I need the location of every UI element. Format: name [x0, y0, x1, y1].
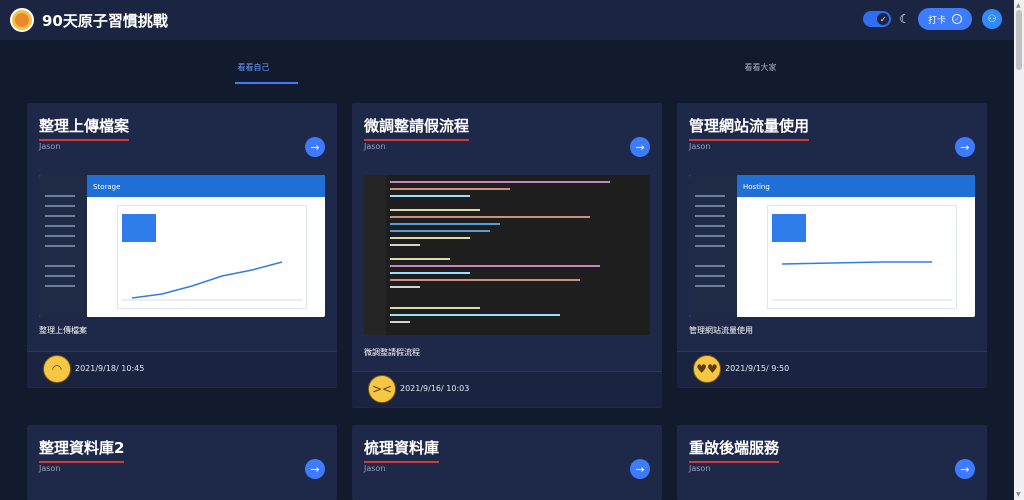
habit-card[interactable]: 重啟後端服務 Jason →: [677, 425, 987, 500]
thumbnail-heading: Storage: [93, 183, 121, 191]
card-footer: ◠ 2021/9/18/ 10:45: [27, 351, 337, 387]
card-author: Jason: [689, 464, 711, 473]
habit-card[interactable]: 微調整請假流程 Jason → 微調整請假流程 >< 2021/9/16/ 10…: [352, 103, 662, 408]
checkin-label: 打卡: [927, 15, 946, 26]
card-author: Jason: [689, 142, 711, 151]
open-card-button[interactable]: →: [955, 459, 975, 479]
card-author: Jason: [39, 142, 61, 151]
card-title: 梳理資料庫: [364, 437, 440, 463]
heart-eyes-face-icon[interactable]: ♥♥: [693, 355, 721, 383]
card-footer: ♥♥ 2021/9/15/ 9:50: [677, 351, 987, 387]
check-icon: ✓: [877, 13, 890, 25]
upside-down-face-icon[interactable]: ◠: [43, 355, 71, 383]
tab-everyone[interactable]: 看看大家: [507, 62, 1014, 88]
scroll-down-icon[interactable]: ▼: [1016, 491, 1021, 498]
card-title: 微調整請假流程: [364, 115, 470, 141]
active-tab-indicator: [235, 82, 298, 84]
app-title: 90天原子習慣挑戰: [42, 11, 168, 30]
habit-card[interactable]: 整理上傳檔案 Jason → Storage 整理上傳檔案 ◠ 2021/9/1…: [27, 103, 337, 388]
tab-self[interactable]: 看看自己: [0, 62, 507, 88]
check-circle-icon: ✓: [952, 14, 962, 24]
thumbnail-heading: Hosting: [743, 183, 770, 191]
open-card-button[interactable]: →: [305, 459, 325, 479]
card-title: 重啟後端服務: [689, 437, 780, 463]
app-header: 90天原子習慣挑戰 ✓ ☾ 打卡 ✓ ⚇: [0, 0, 1014, 40]
card-thumbnail[interactable]: [364, 175, 650, 335]
card-date: 2021/9/15/ 9:50: [725, 364, 790, 373]
card-thumbnail[interactable]: Storage: [39, 175, 325, 317]
card-caption: 整理上傳檔案: [39, 326, 87, 335]
card-author: Jason: [364, 464, 386, 473]
tired-face-icon[interactable]: ><: [368, 375, 396, 403]
card-thumbnail[interactable]: Hosting: [689, 175, 975, 317]
card-caption: 管理網站流量使用: [689, 326, 753, 335]
card-date: 2021/9/16/ 10:03: [400, 384, 470, 393]
card-date: 2021/9/18/ 10:45: [75, 364, 145, 373]
app-logo[interactable]: [10, 8, 34, 32]
card-title: 管理網站流量使用: [689, 115, 810, 141]
open-card-button[interactable]: →: [630, 459, 650, 479]
habit-card[interactable]: 梳理資料庫 Jason →: [352, 425, 662, 500]
card-footer: >< 2021/9/16/ 10:03: [352, 371, 662, 407]
user-icon[interactable]: ⚇: [982, 9, 1002, 29]
card-title: 整理資料庫2: [39, 437, 125, 463]
theme-toggle[interactable]: ✓: [863, 11, 892, 27]
open-card-button[interactable]: →: [305, 137, 325, 157]
scroll-up-icon[interactable]: ▲: [1016, 2, 1021, 9]
tab-everyone-label: 看看大家: [744, 63, 777, 72]
open-card-button[interactable]: →: [630, 137, 650, 157]
checkin-button[interactable]: 打卡 ✓: [917, 8, 972, 30]
card-title: 整理上傳檔案: [39, 115, 130, 141]
scroll-thumb[interactable]: [1016, 10, 1022, 70]
page-scrollbar[interactable]: ▲ ▼: [1014, 0, 1024, 500]
moon-icon: ☾: [899, 12, 910, 26]
tab-self-label: 看看自己: [237, 63, 270, 72]
card-author: Jason: [39, 464, 61, 473]
habit-card[interactable]: 整理資料庫2 Jason →: [27, 425, 337, 500]
view-tabs: 看看自己 看看大家: [0, 62, 1014, 88]
card-caption: 微調整請假流程: [364, 348, 420, 357]
open-card-button[interactable]: →: [955, 137, 975, 157]
card-author: Jason: [364, 142, 386, 151]
habit-card[interactable]: 管理網站流量使用 Jason → Hosting 管理網站流量使用 ♥♥ 202…: [677, 103, 987, 388]
